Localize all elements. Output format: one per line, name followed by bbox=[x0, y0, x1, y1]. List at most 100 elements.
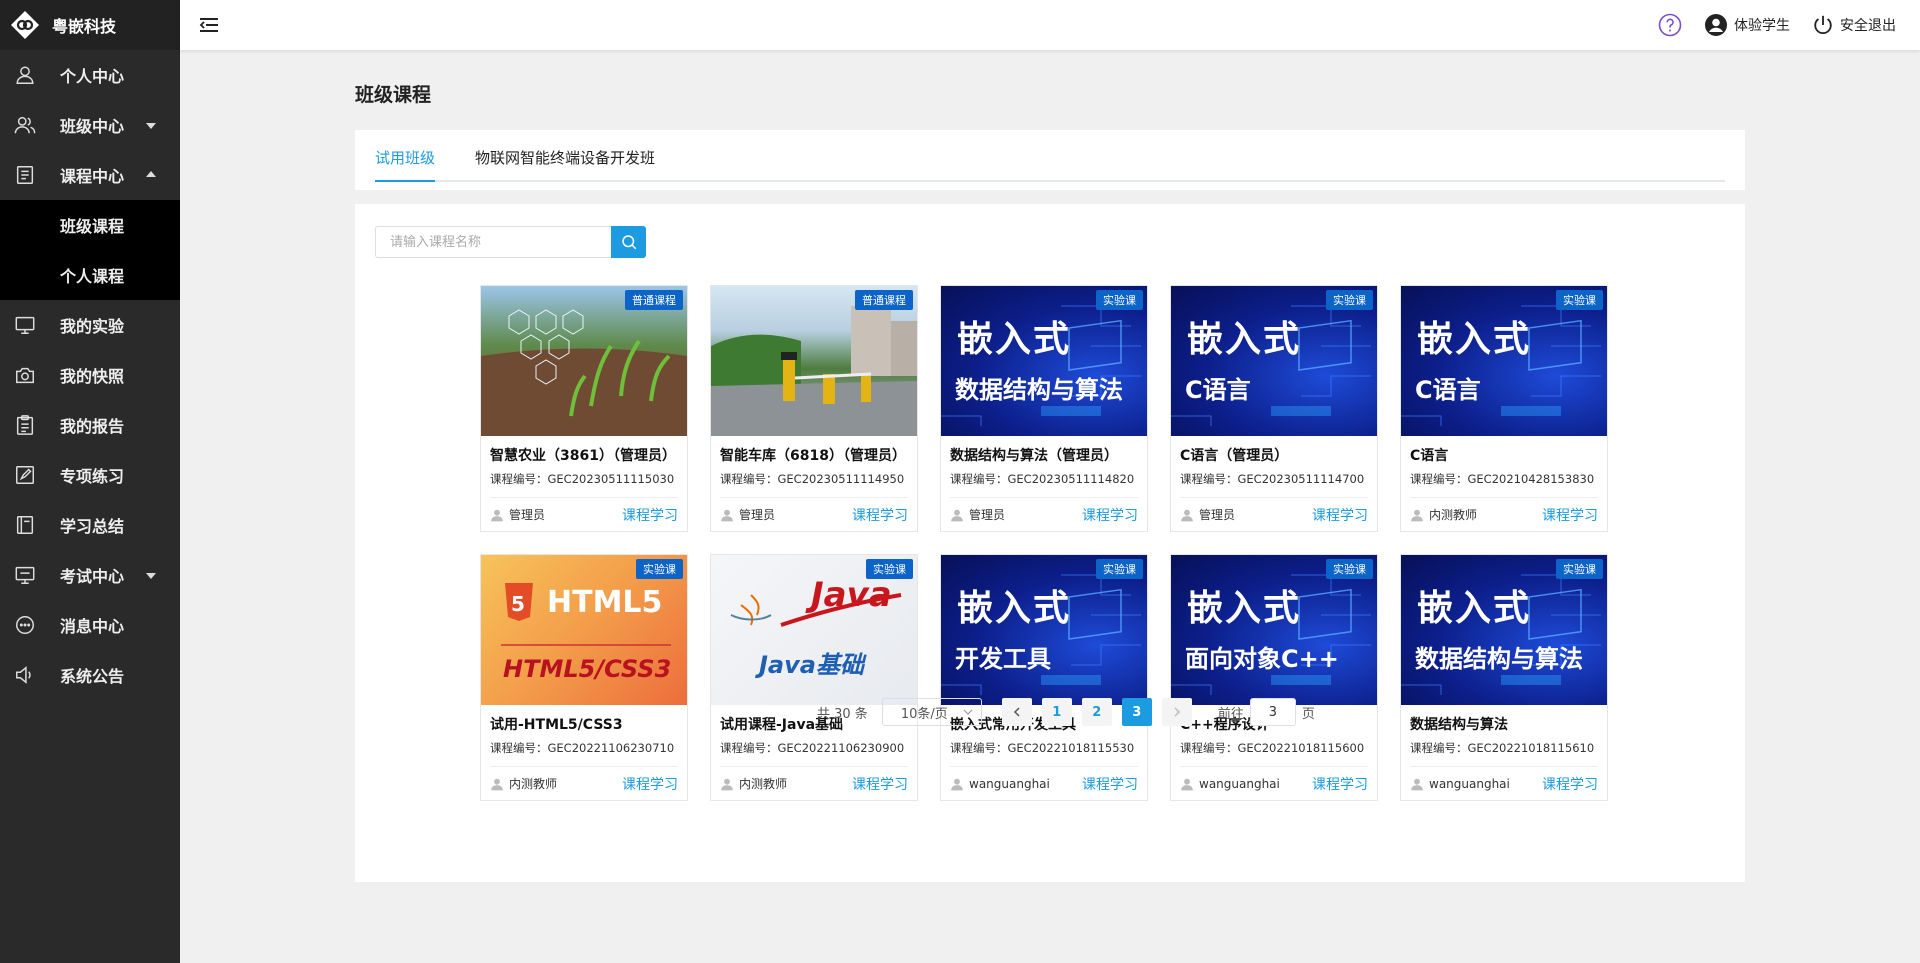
notebook-icon bbox=[14, 514, 36, 536]
course-type-badge: 实验课 bbox=[1556, 290, 1603, 310]
course-study-link[interactable]: 课程学习 bbox=[622, 774, 678, 794]
course-card-footer: wanguanghai 课程学习 bbox=[1410, 766, 1598, 800]
sidebar-item-exam-center[interactable]: 考试中心 bbox=[0, 550, 180, 600]
sidebar-item-label: 学习总结 bbox=[60, 517, 125, 536]
course-card-footer: wanguanghai 课程学习 bbox=[950, 766, 1138, 800]
tab-trial-class[interactable]: 试用班级 bbox=[375, 147, 436, 182]
user-avatar-icon bbox=[1411, 509, 1423, 521]
course-author: 内测教师 bbox=[1410, 506, 1477, 523]
goto-page-input[interactable] bbox=[1249, 698, 1296, 726]
course-title: 试用-HTML5/CSS3 bbox=[490, 717, 623, 733]
course-card[interactable]: Java Java基础 实验课 试用课程-Java基础 课程编号：GEC20221106… bbox=[710, 554, 918, 801]
next-page-button[interactable] bbox=[1161, 698, 1192, 726]
course-code: 课程编号：GEC20221106230710 bbox=[490, 741, 675, 755]
sidebar-item-my-experiments[interactable]: 我的实验 bbox=[0, 300, 180, 350]
sidebar-item-special-practice[interactable]: 专项练习 bbox=[0, 450, 180, 500]
sidebar-sub-item-personal-courses[interactable]: 个人课程 bbox=[0, 250, 180, 300]
clipboard-icon bbox=[14, 414, 36, 436]
course-study-link[interactable]: 课程学习 bbox=[1082, 774, 1138, 794]
course-card[interactable]: 嵌入式 面向对象C++ 实验课 C++程序设计 课程编号：GEC202210181156… bbox=[1170, 554, 1378, 801]
prev-page-button[interactable] bbox=[1001, 698, 1032, 726]
course-study-link[interactable]: 课程学习 bbox=[1542, 505, 1598, 525]
course-title: 数据结构与算法（管理员） bbox=[950, 448, 1118, 464]
course-author: 内测教师 bbox=[720, 775, 787, 792]
course-author-name: 管理员 bbox=[969, 508, 1006, 522]
thumbnail-title: 嵌入式 bbox=[1417, 588, 1532, 629]
course-card-footer: 内测教师 课程学习 bbox=[720, 766, 908, 800]
sidebar: 粤嵌科技 个人中心 班级中心 课程中心 班级课程 个人课程 我的实验 我的快照 … bbox=[0, 0, 180, 963]
pagination: 共 30 条 10条/页 1 2 3 前往 页 bbox=[817, 698, 1315, 726]
course-study-link[interactable]: 课程学习 bbox=[1312, 505, 1368, 525]
course-search-input[interactable] bbox=[375, 226, 611, 258]
help-icon[interactable] bbox=[1658, 13, 1682, 37]
monitor-icon bbox=[14, 314, 36, 336]
thumbnail-title: 嵌入式 bbox=[1187, 319, 1302, 360]
sidebar-item-my-reports[interactable]: 我的报告 bbox=[0, 400, 180, 450]
chevron-down-icon bbox=[146, 573, 156, 579]
brand-name: 粤嵌科技 bbox=[52, 17, 117, 36]
logout-button[interactable]: 安全退出 bbox=[1812, 14, 1896, 36]
class-tabs: 试用班级 物联网智能终端设备开发班 bbox=[375, 130, 1725, 182]
menu-toggle-icon[interactable] bbox=[198, 15, 220, 35]
course-card[interactable]: 5 HTML5 HTML5/CSS3 实验课 试用-HTML5/CSS3 课程编号：GEC… bbox=[480, 554, 688, 801]
brand[interactable]: 粤嵌科技 bbox=[0, 0, 180, 50]
user-profile-button[interactable]: 体验学生 bbox=[1704, 13, 1790, 37]
thumbnail-subtitle: 面向对象C++ bbox=[1185, 645, 1339, 673]
course-study-link[interactable]: 课程学习 bbox=[1082, 505, 1138, 525]
page-title: 班级课程 bbox=[355, 84, 432, 106]
top-bar: 体验学生 安全退出 bbox=[180, 0, 1920, 50]
course-card[interactable]: 嵌入式 数据结构与算法 实验课 数据结构与算法（管理员） 课程编号：GEC2023051… bbox=[940, 285, 1148, 532]
course-thumbnail: 嵌入式 C语言 实验课 bbox=[1171, 286, 1377, 436]
course-study-link[interactable]: 课程学习 bbox=[852, 774, 908, 794]
sidebar-sub-item-class-courses[interactable]: 班级课程 bbox=[0, 200, 180, 250]
course-card[interactable]: 嵌入式 C语言 实验课 C语言 课程编号：GEC20210428153830 内测教师 课程… bbox=[1400, 285, 1608, 532]
sidebar-item-course-center[interactable]: 课程中心 bbox=[0, 150, 180, 200]
course-study-link[interactable]: 课程学习 bbox=[1542, 774, 1598, 794]
sidebar-item-label: 考试中心 bbox=[60, 567, 125, 586]
tab-iot-class[interactable]: 物联网智能终端设备开发班 bbox=[475, 147, 655, 180]
course-card[interactable]: 普通课程 智能车库（6818）（管理员） 课程编号：GEC2023051111495… bbox=[710, 285, 918, 532]
course-author-name: wanguanghai bbox=[1199, 776, 1280, 791]
course-author-name: 内测教师 bbox=[1429, 508, 1478, 522]
sidebar-item-message-center[interactable]: 消息中心 bbox=[0, 600, 180, 650]
course-card[interactable]: 嵌入式 C语言 实验课 C语言（管理员） 课程编号：GEC20230511114700 管… bbox=[1170, 285, 1378, 532]
course-author-name: wanguanghai bbox=[969, 776, 1050, 791]
course-study-link[interactable]: 课程学习 bbox=[852, 505, 908, 525]
logout-label: 安全退出 bbox=[1840, 18, 1896, 34]
course-author-name: 内测教师 bbox=[509, 777, 558, 791]
page-size-select[interactable]: 10条/页 bbox=[881, 698, 982, 726]
course-type-badge: 实验课 bbox=[1326, 559, 1373, 579]
sidebar-item-my-snapshots[interactable]: 我的快照 bbox=[0, 350, 180, 400]
course-code: 课程编号：GEC20230511114700 bbox=[1180, 472, 1365, 486]
course-card[interactable]: 嵌入式 数据结构与算法 实验课 数据结构与算法 课程编号：GEC202210181156… bbox=[1400, 554, 1608, 801]
sidebar-item-label: 班级中心 bbox=[60, 117, 125, 136]
search-button[interactable] bbox=[611, 226, 646, 258]
sidebar-item-class-center[interactable]: 班级中心 bbox=[0, 100, 180, 150]
course-author: 内测教师 bbox=[490, 775, 557, 792]
thumbnail-subtitle: C语言 bbox=[1415, 376, 1481, 404]
user-avatar-icon bbox=[491, 509, 503, 521]
sidebar-item-learning-summary[interactable]: 学习总结 bbox=[0, 500, 180, 550]
course-study-link[interactable]: 课程学习 bbox=[622, 505, 678, 525]
course-card-footer: 管理员 课程学习 bbox=[950, 497, 1138, 531]
course-thumbnail: 普通课程 bbox=[711, 286, 917, 436]
course-author-name: 管理员 bbox=[509, 508, 546, 522]
goto-suffix: 页 bbox=[1301, 706, 1315, 722]
user-name: 体验学生 bbox=[1734, 18, 1790, 34]
course-card-footer: 内测教师 课程学习 bbox=[490, 766, 678, 800]
sidebar-item-personal-center[interactable]: 个人中心 bbox=[0, 50, 180, 100]
svg-text:5: 5 bbox=[511, 592, 525, 616]
sidebar-item-system-announcement[interactable]: 系统公告 bbox=[0, 650, 180, 700]
course-title: C语言（管理员） bbox=[1180, 448, 1289, 464]
course-card[interactable]: 普通课程 智慧农业（3861）（管理员） 课程编号：GEC2023051111503… bbox=[480, 285, 688, 532]
course-card-footer: 管理员 课程学习 bbox=[1180, 497, 1368, 531]
course-card[interactable]: 嵌入式开发工具实验课嵌入式常用开发工具课程编号：GEC2022101811553… bbox=[940, 554, 1148, 801]
page-button-3[interactable]: 3 bbox=[1121, 698, 1152, 726]
thumbnail-title: HTML5 bbox=[547, 585, 663, 620]
thumbnail-subtitle: 数据结构与算法 bbox=[955, 376, 1123, 404]
thumbnail-subtitle: 数据结构与算法 bbox=[1415, 645, 1583, 673]
page-button-1[interactable]: 1 bbox=[1041, 698, 1072, 726]
course-study-link[interactable]: 课程学习 bbox=[1312, 774, 1368, 794]
page-button-2[interactable]: 2 bbox=[1081, 698, 1112, 726]
thumbnail-title: 嵌入式 bbox=[1187, 588, 1302, 629]
